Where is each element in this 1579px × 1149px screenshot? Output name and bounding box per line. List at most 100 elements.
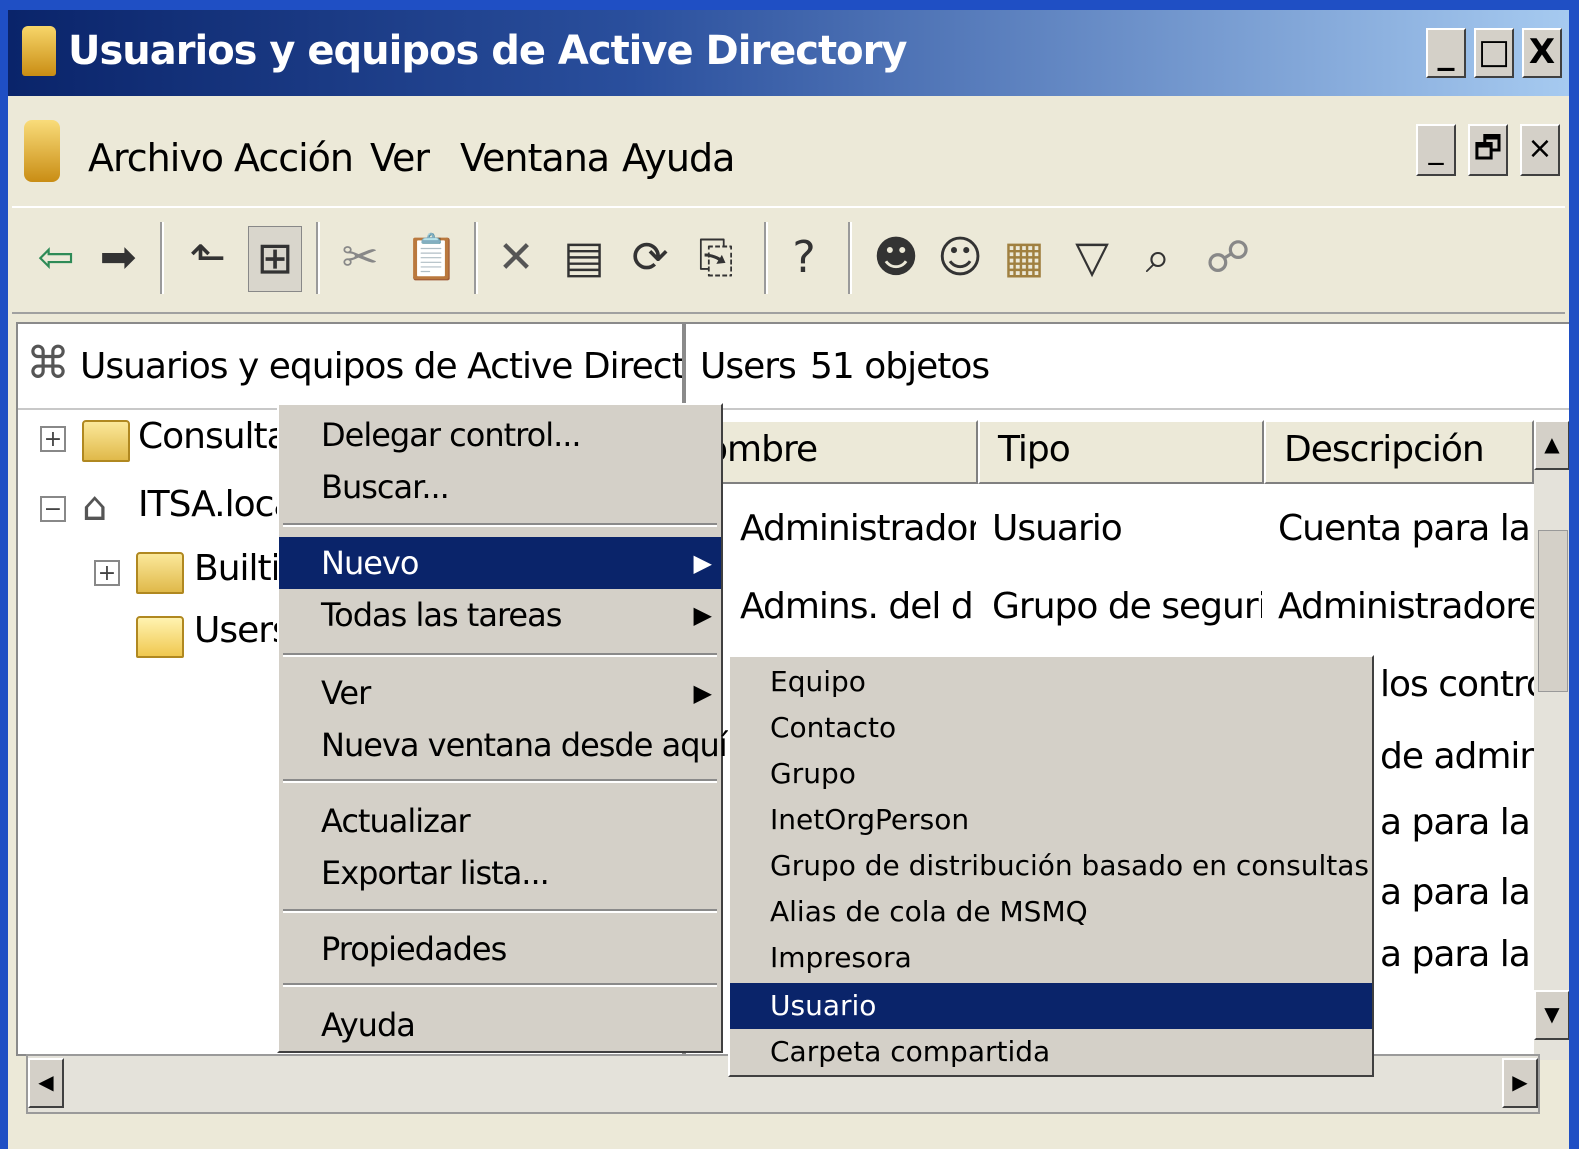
domain-icon: ⌂ [82, 484, 107, 530]
menu-item-exportar-lista[interactable]: Exportar lista... [279, 847, 721, 899]
menu-item-buscar[interactable]: Buscar... [279, 461, 721, 513]
column-header-nombre[interactable]: ombre [686, 420, 978, 484]
cell-name[interactable]: Admins. del d... [740, 586, 976, 627]
delete-icon[interactable]: ✕ [490, 226, 542, 290]
paste-icon[interactable]: 📋 [404, 226, 459, 290]
cell-type: Usuario [992, 508, 1123, 549]
toolbar-separator [474, 222, 478, 294]
help-icon[interactable]: ? [778, 226, 830, 290]
menu-item-propiedades[interactable]: Propiedades [279, 923, 721, 975]
menu-item-todas-las-tareas[interactable]: Todas las tareas ▶ [279, 589, 721, 641]
menu-separator [283, 779, 717, 783]
show-hide-tree-icon[interactable]: ⊞ [248, 226, 302, 292]
menu-item-nuevo[interactable]: Nuevo ▶ [279, 537, 721, 589]
submenu-item-usuario[interactable]: Usuario [730, 983, 1372, 1029]
menu-separator [283, 653, 717, 657]
new-submenu: Equipo Contacto Grupo InetOrgPerson Grup… [728, 655, 1374, 1077]
cell-name[interactable]: Administrador [740, 508, 976, 549]
scroll-left-icon[interactable]: ◀ [28, 1058, 64, 1108]
toolbar: ⇦ ➡ ⬑ ⊞ ✂ 📋 ✕ ▤ ⟳ ⎘ ? ☻ ☺ ▦ ▽ ⌕ ☍ [12, 206, 1565, 314]
menu-item-ayuda[interactable]: Ayuda [279, 999, 721, 1051]
menu-item-label: Ayuda [321, 1006, 416, 1044]
child-restore-button[interactable]: 🗗 [1468, 124, 1508, 176]
submenu-item-grupo[interactable]: Grupo [730, 751, 1372, 797]
submenu-item-alias-msmq[interactable]: Alias de cola de MSMQ [730, 889, 1372, 935]
menu-item-label: Nueva ventana desde aquí [321, 726, 728, 764]
menu-separator [283, 983, 717, 987]
scroll-down-icon[interactable]: ▼ [1534, 990, 1569, 1040]
toolbar-separator [316, 222, 320, 294]
menu-item-delegar-control[interactable]: Delegar control... [279, 409, 721, 461]
submenu-arrow-icon: ▶ [693, 549, 712, 577]
tree-item-users[interactable]: Users [194, 610, 291, 651]
filter-icon[interactable]: ▽ [1066, 226, 1118, 290]
submenu-item-grupo-distribucion[interactable]: Grupo de distribución basado en consulta… [730, 843, 1372, 889]
menu-item-label: Buscar... [321, 468, 450, 506]
close-button[interactable]: X [1522, 28, 1562, 78]
menu-bar: Archivo Acción Ver Ventana Ayuda _ 🗗 × [8, 102, 1569, 202]
open-folder-icon [136, 616, 184, 658]
menu-item-label: Exportar lista... [321, 854, 550, 892]
submenu-item-contacto[interactable]: Contacto [730, 705, 1372, 751]
forward-icon[interactable]: ➡ [92, 226, 144, 290]
menu-accion[interactable]: Acción [234, 136, 354, 180]
scroll-up-icon[interactable]: ▲ [1534, 420, 1569, 470]
back-icon[interactable]: ⇦ [30, 226, 82, 290]
find-icon[interactable]: ⌕ [1132, 226, 1184, 290]
column-header-descripcion[interactable]: Descripción [1264, 420, 1534, 484]
up-icon[interactable]: ⬑ [182, 226, 234, 290]
directory-icon: ⌘ [26, 338, 70, 389]
menu-archivo[interactable]: Archivo [88, 136, 224, 180]
new-ou-icon[interactable]: ▦ [998, 226, 1050, 290]
title-bar[interactable]: Usuarios y equipos de Active Directory _… [8, 10, 1569, 96]
cut-icon[interactable]: ✂ [334, 226, 386, 290]
console-icon[interactable] [24, 120, 60, 182]
toolbar-separator [848, 222, 852, 294]
menu-separator [283, 909, 717, 913]
menu-ayuda[interactable]: Ayuda [622, 136, 735, 180]
add-member-icon[interactable]: ☍ [1202, 226, 1254, 290]
submenu-item-impresora[interactable]: Impresora [730, 935, 1372, 981]
submenu-arrow-icon: ▶ [693, 679, 712, 707]
menu-item-label: Delegar control... [321, 416, 582, 454]
minimize-button[interactable]: _ [1426, 28, 1466, 78]
properties-icon[interactable]: ▤ [558, 226, 610, 290]
submenu-item-carpeta-compartida[interactable]: Carpeta compartida [730, 1029, 1372, 1075]
child-minimize-button[interactable]: _ [1416, 124, 1456, 176]
new-user-icon[interactable]: ☻ [870, 226, 922, 290]
expand-itsa-local[interactable]: − [40, 496, 66, 522]
expand-builtin[interactable]: + [94, 560, 120, 586]
toolbar-separator [160, 222, 164, 294]
menu-item-label: Todas las tareas [321, 596, 562, 634]
context-menu: Delegar control... Buscar... Nuevo ▶ Toda… [277, 403, 728, 1053]
cell-description: Cuenta para la ac [1278, 508, 1534, 549]
toolbar-separator [764, 222, 768, 294]
folder-icon [82, 420, 130, 462]
menu-item-label: Ver [321, 674, 371, 712]
submenu-item-equipo[interactable]: Equipo [730, 659, 1372, 705]
export-icon[interactable]: ⎘ [690, 226, 742, 290]
menu-ver[interactable]: Ver [370, 136, 430, 180]
menu-separator [283, 523, 717, 527]
tree-root[interactable]: ⌘ Usuarios y equipos de Active Directory… [18, 324, 682, 410]
menu-ventana[interactable]: Ventana [460, 136, 610, 180]
folder-icon [136, 552, 184, 594]
submenu-item-inetorgperson[interactable]: InetOrgPerson [730, 797, 1372, 843]
expand-consultas[interactable]: + [40, 426, 66, 452]
menu-item-nueva-ventana[interactable]: Nueva ventana desde aquí [279, 719, 728, 771]
container-name: Users [700, 346, 797, 387]
menu-item-actualizar[interactable]: Actualizar [279, 795, 721, 847]
tree-root-label: Usuarios y equipos de Active Directory [… [80, 346, 682, 387]
details-header: Users 51 objetos [686, 324, 1569, 410]
refresh-icon[interactable]: ⟳ [624, 226, 676, 290]
cell-description: Administradores c [1278, 586, 1534, 627]
child-close-button[interactable]: × [1520, 124, 1560, 176]
scroll-thumb[interactable] [1538, 530, 1568, 692]
scroll-right-icon[interactable]: ▶ [1502, 1058, 1538, 1108]
maximize-button[interactable]: □ [1474, 28, 1514, 78]
menu-item-ver[interactable]: Ver ▶ [279, 667, 721, 719]
new-group-icon[interactable]: ☺ [934, 226, 986, 290]
vertical-scrollbar[interactable]: ▲ ▼ [1534, 420, 1569, 1060]
column-header-tipo[interactable]: Tipo [978, 420, 1264, 484]
app-icon [22, 26, 56, 76]
